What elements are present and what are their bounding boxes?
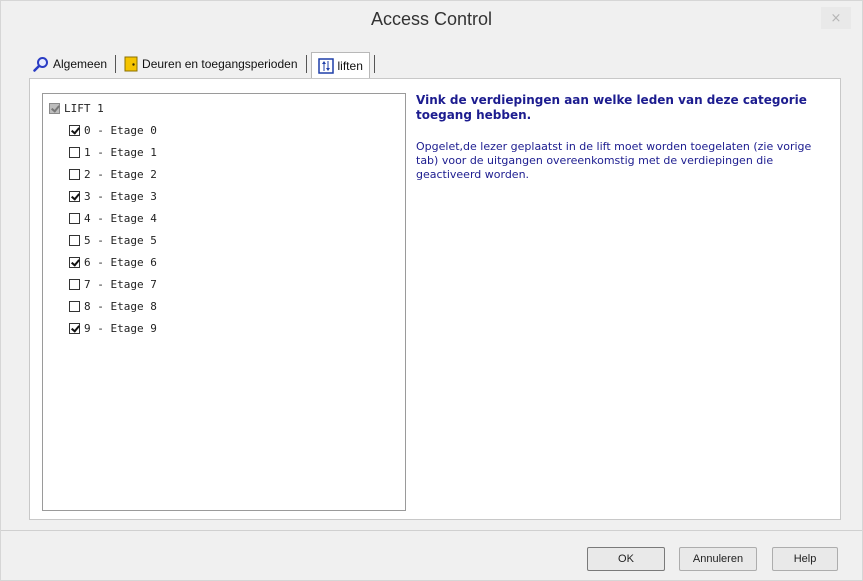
floor-checkbox[interactable]: [69, 234, 80, 246]
info-panel: Vink de verdiepingen aan welke leden van…: [416, 93, 826, 182]
cancel-button[interactable]: Annuleren: [679, 547, 757, 571]
floor-item[interactable]: 2 - Etage 2: [69, 166, 157, 182]
tab-separator: [115, 55, 117, 73]
door-icon: [124, 56, 138, 72]
tab-algemeen[interactable]: Algemeen: [29, 52, 111, 76]
floor-item[interactable]: 1 - Etage 1: [69, 144, 157, 160]
tab-strip: Algemeen Deuren en toegangsperioden lift…: [29, 51, 379, 79]
floor-label: 1 - Etage 1: [84, 145, 157, 159]
floor-checkbox[interactable]: [69, 124, 80, 136]
floor-checkbox[interactable]: [69, 322, 80, 334]
floor-checkbox[interactable]: [69, 300, 80, 312]
tab-separator: [373, 55, 375, 73]
floor-item[interactable]: 7 - Etage 7: [69, 276, 157, 292]
floor-label: 7 - Etage 7: [84, 277, 157, 291]
window-title: Access Control: [370, 9, 493, 29]
magnifier-icon: [33, 57, 48, 72]
floor-tree[interactable]: LIFT 1 0 - Etage 0 1 - Etage 1 2 - Etage 2…: [42, 93, 406, 511]
tree-root-label: LIFT 1: [64, 101, 104, 115]
tab-liften[interactable]: liften: [310, 51, 370, 79]
title-bar: Access Control ×: [1, 1, 862, 41]
lift-checkbox[interactable]: [49, 102, 60, 114]
tab-deuren-label: Deuren en toegangsperioden: [142, 57, 298, 71]
floor-checkbox[interactable]: [69, 212, 80, 224]
floor-checkbox[interactable]: [69, 190, 80, 202]
tab-algemeen-label: Algemeen: [53, 57, 108, 71]
floor-item[interactable]: 6 - Etage 6: [69, 254, 157, 270]
info-text: Opgelet,de lezer geplaatst in de lift mo…: [416, 140, 812, 181]
tab-panel-liften: LIFT 1 0 - Etage 0 1 - Etage 1 2 - Etage 2…: [29, 78, 841, 520]
elevator-icon: [317, 57, 334, 74]
floor-label: 5 - Etage 5: [84, 233, 157, 247]
floor-checkbox[interactable]: [69, 278, 80, 290]
floor-label: 6 - Etage 6: [84, 255, 157, 269]
floor-item[interactable]: 4 - Etage 4: [69, 210, 157, 226]
info-title: Vink de verdiepingen aan welke leden van…: [416, 93, 807, 122]
floor-checkbox[interactable]: [69, 168, 80, 180]
floor-label: 9 - Etage 9: [84, 321, 157, 335]
help-button[interactable]: Help: [772, 547, 838, 571]
floor-item[interactable]: 9 - Etage 9: [69, 320, 157, 336]
floor-item[interactable]: 0 - Etage 0: [69, 122, 157, 138]
tab-liften-label: liften: [337, 58, 363, 73]
floor-item[interactable]: 8 - Etage 8: [69, 298, 157, 314]
tab-deuren[interactable]: Deuren en toegangsperioden: [120, 52, 301, 76]
floor-item[interactable]: 3 - Etage 3: [69, 188, 157, 204]
ok-button[interactable]: OK: [587, 547, 665, 571]
floor-label: 3 - Etage 3: [84, 189, 157, 203]
floor-label: 4 - Etage 4: [84, 211, 157, 225]
access-control-dialog: Access Control × Algemeen Deuren en toeg…: [0, 0, 863, 581]
floor-checkbox[interactable]: [69, 146, 80, 158]
close-button[interactable]: ×: [821, 7, 851, 29]
close-icon: ×: [830, 10, 842, 26]
floor-item[interactable]: 5 - Etage 5: [69, 232, 157, 248]
floor-label: 8 - Etage 8: [84, 299, 157, 313]
floor-label: 2 - Etage 2: [84, 167, 157, 181]
tab-separator: [305, 55, 307, 73]
floor-label: 0 - Etage 0: [84, 123, 157, 137]
tree-root-lift[interactable]: LIFT 1: [49, 100, 104, 116]
floor-checkbox[interactable]: [69, 256, 80, 268]
button-bar: OK Annuleren Help: [1, 530, 862, 581]
